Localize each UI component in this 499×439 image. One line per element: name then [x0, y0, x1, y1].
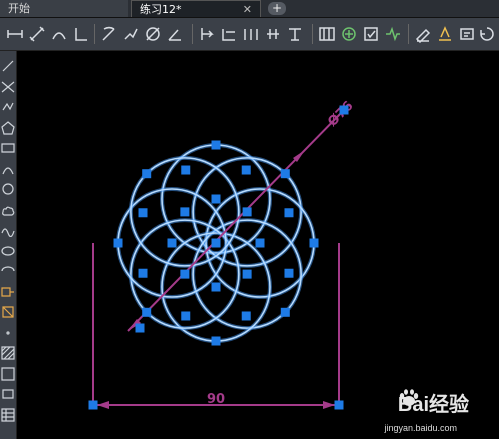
baidu-watermark: Bai 经验	[398, 388, 469, 417]
hatch-icon[interactable]	[1, 346, 15, 360]
ordinate-icon[interactable]	[72, 25, 90, 43]
grip-point[interactable]	[211, 238, 221, 248]
drawing-svg[interactable]: Ø76 90	[17, 51, 499, 439]
toolbar-separator	[94, 24, 95, 44]
ellipse-icon[interactable]	[1, 244, 15, 258]
diameter-dimension-line[interactable]	[127, 109, 345, 332]
grip-point[interactable]	[280, 169, 290, 179]
toolbar-separator	[408, 24, 409, 44]
radius-icon[interactable]	[100, 25, 118, 43]
width-arrow-left	[97, 401, 109, 409]
gradient-icon[interactable]	[1, 366, 15, 381]
revision-cloud-icon[interactable]	[1, 203, 15, 217]
jogged-linear-icon[interactable]	[384, 25, 402, 43]
grip-point[interactable]	[211, 194, 221, 204]
tab-drawing-label: 练习12*	[140, 3, 182, 16]
spline-icon[interactable]	[1, 223, 15, 237]
jogged-icon[interactable]	[122, 25, 140, 43]
grip-point[interactable]	[242, 269, 252, 279]
tab-start[interactable]: 开始	[0, 0, 128, 17]
tab-drawing[interactable]: 练习12* ✕	[131, 0, 261, 17]
make-block-icon[interactable]	[1, 305, 15, 319]
table-icon[interactable]	[1, 407, 15, 422]
grip-point[interactable]	[334, 400, 344, 410]
grip-point[interactable]	[284, 208, 294, 218]
polyline-icon[interactable]	[1, 100, 15, 114]
diameter-icon[interactable]	[144, 25, 162, 43]
dimension-edit-icon[interactable]	[414, 25, 432, 43]
grip-point[interactable]	[180, 269, 190, 279]
grip-point[interactable]	[88, 400, 98, 410]
grip-point[interactable]	[142, 169, 152, 179]
tab-close-icon[interactable]: ✕	[243, 1, 252, 18]
line-icon[interactable]	[1, 59, 15, 73]
watermark-brand-suffix: 经验	[429, 394, 469, 416]
arc-icon[interactable]	[1, 162, 15, 176]
width-arrow-right	[323, 401, 335, 409]
tolerance-icon[interactable]	[318, 25, 336, 43]
grip-point[interactable]	[241, 311, 251, 321]
point-icon[interactable]	[1, 326, 15, 340]
continue-icon[interactable]	[242, 25, 260, 43]
inspection-icon[interactable]	[362, 25, 380, 43]
watermark-url: jingyan.baidu.com	[384, 423, 457, 433]
dimension-style-icon[interactable]	[478, 25, 496, 43]
tab-start-label: 开始	[8, 2, 30, 15]
grip-point[interactable]	[280, 307, 290, 317]
dimension-update-icon[interactable]	[458, 25, 476, 43]
new-tab-button[interactable]: +	[268, 2, 286, 15]
grip-point[interactable]	[138, 208, 148, 218]
grip-point[interactable]	[138, 268, 148, 278]
grip-point[interactable]	[241, 165, 251, 175]
baseline-icon[interactable]	[220, 25, 238, 43]
grip-point[interactable]	[339, 105, 349, 115]
grip-point[interactable]	[181, 165, 191, 175]
grip-point[interactable]	[211, 336, 221, 346]
quick-dimension-icon[interactable]	[198, 25, 216, 43]
dimension-text-edit-icon[interactable]	[436, 25, 454, 43]
toolbar-separator	[192, 24, 193, 44]
drawing-canvas[interactable]: Ø76 90 Bai 经验 jingyan.baidu.com	[17, 51, 499, 439]
grip-point[interactable]	[255, 238, 265, 248]
construction-line-icon[interactable]	[1, 80, 15, 94]
grip-point[interactable]	[242, 207, 252, 217]
grip-point[interactable]	[113, 238, 123, 248]
region-icon[interactable]	[1, 387, 15, 401]
grip-point[interactable]	[135, 323, 145, 333]
polygon-icon[interactable]	[1, 120, 15, 135]
width-dimension-text[interactable]: 90	[207, 392, 225, 407]
document-tab-bar: 开始 练习12* ✕ +	[0, 0, 499, 18]
aligned-dimension-icon[interactable]	[28, 25, 46, 43]
grip-point[interactable]	[142, 307, 152, 317]
grip-point[interactable]	[180, 207, 190, 217]
grip-point[interactable]	[309, 238, 319, 248]
grip-point[interactable]	[284, 268, 294, 278]
circle-icon[interactable]	[1, 182, 15, 196]
insert-block-icon[interactable]	[1, 285, 15, 299]
toolbar-separator	[312, 24, 313, 44]
draw-toolbar	[0, 51, 17, 439]
dimension-break-icon[interactable]	[286, 25, 304, 43]
ellipse-arc-icon[interactable]	[1, 264, 15, 278]
grip-point[interactable]	[181, 311, 191, 321]
dimension-space-icon[interactable]	[264, 25, 282, 43]
rectangle-icon[interactable]	[1, 141, 15, 155]
grip-point[interactable]	[167, 238, 177, 248]
center-mark-icon[interactable]	[340, 25, 358, 43]
angular-icon[interactable]	[166, 25, 184, 43]
linear-dimension-icon[interactable]	[6, 25, 24, 43]
dimension-toolbar	[0, 18, 499, 51]
grip-point[interactable]	[211, 282, 221, 292]
grip-point[interactable]	[211, 140, 221, 150]
arc-length-icon[interactable]	[50, 25, 68, 43]
paw-icon	[399, 389, 419, 406]
